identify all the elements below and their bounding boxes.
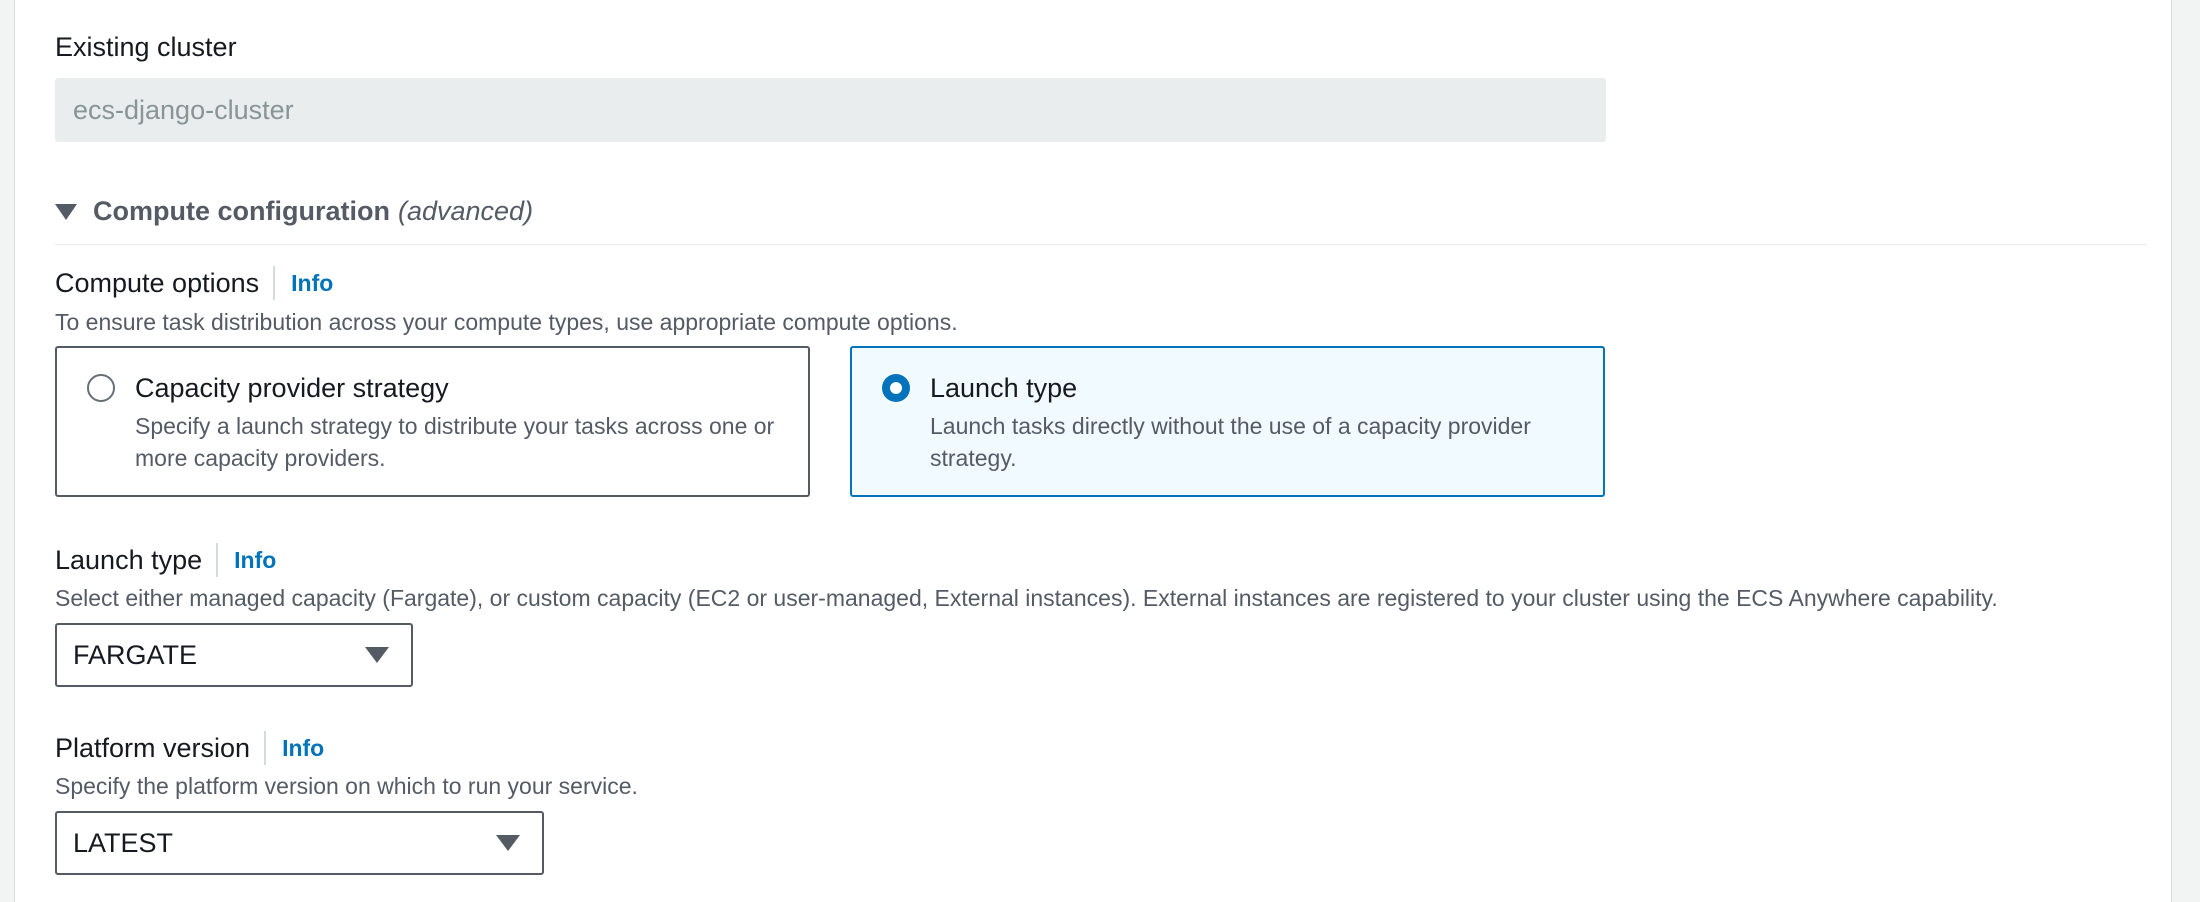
launch-type-label: Launch type [55,544,203,575]
platform-version-label: Platform version [55,732,251,763]
platform-version-select-value: LATEST [73,827,174,858]
capacity-provider-strategy-description: Specify a launch strategy to distribute … [135,413,775,471]
platform-version-header: Platform version Info [55,731,324,765]
launch-type-tile[interactable]: Launch type Launch tasks directly withou… [850,346,1605,497]
platform-version-info-link[interactable]: Info [264,731,324,765]
launch-type-select-value: FARGATE [73,639,198,670]
compute-options-info-link[interactable]: Info [273,266,333,300]
compute-options-label: Compute options [55,267,260,298]
dropdown-caret-icon [365,647,389,663]
launch-type-option-title: Launch type [930,373,1078,403]
platform-version-select[interactable]: LATEST [55,811,544,875]
existing-cluster-input: ecs-django-cluster [55,78,1606,142]
caret-down-icon [55,203,77,220]
compute-configuration-toggle[interactable]: Compute configuration (advanced) [55,196,533,227]
capacity-provider-strategy-title: Capacity provider strategy [135,373,449,403]
launch-type-description: Select either managed capacity (Fargate)… [55,585,1998,611]
compute-options-description: To ensure task distribution across your … [55,309,958,335]
compute-configuration-suffix: (advanced) [397,196,534,226]
radio-selected-icon[interactable] [882,374,910,402]
launch-type-info-link[interactable]: Info [216,543,276,577]
existing-cluster-value: ecs-django-cluster [73,94,294,125]
platform-version-description: Specify the platform version on which to… [55,773,638,799]
launch-type-select[interactable]: FARGATE [55,623,413,687]
compute-configuration-title: Compute configuration [93,196,390,226]
launch-type-option-description: Launch tasks directly without the use of… [930,413,1531,471]
form-panel: Existing cluster ecs-django-cluster Comp… [14,0,2172,902]
radio-unselected-icon[interactable] [87,374,115,402]
capacity-provider-strategy-tile[interactable]: Capacity provider strategy Specify a lau… [55,346,810,497]
compute-options-header: Compute options Info [55,266,333,300]
existing-cluster-label: Existing cluster [55,32,237,62]
launch-type-header: Launch type Info [55,543,276,577]
dropdown-caret-icon [496,835,520,851]
section-divider [55,244,2147,245]
